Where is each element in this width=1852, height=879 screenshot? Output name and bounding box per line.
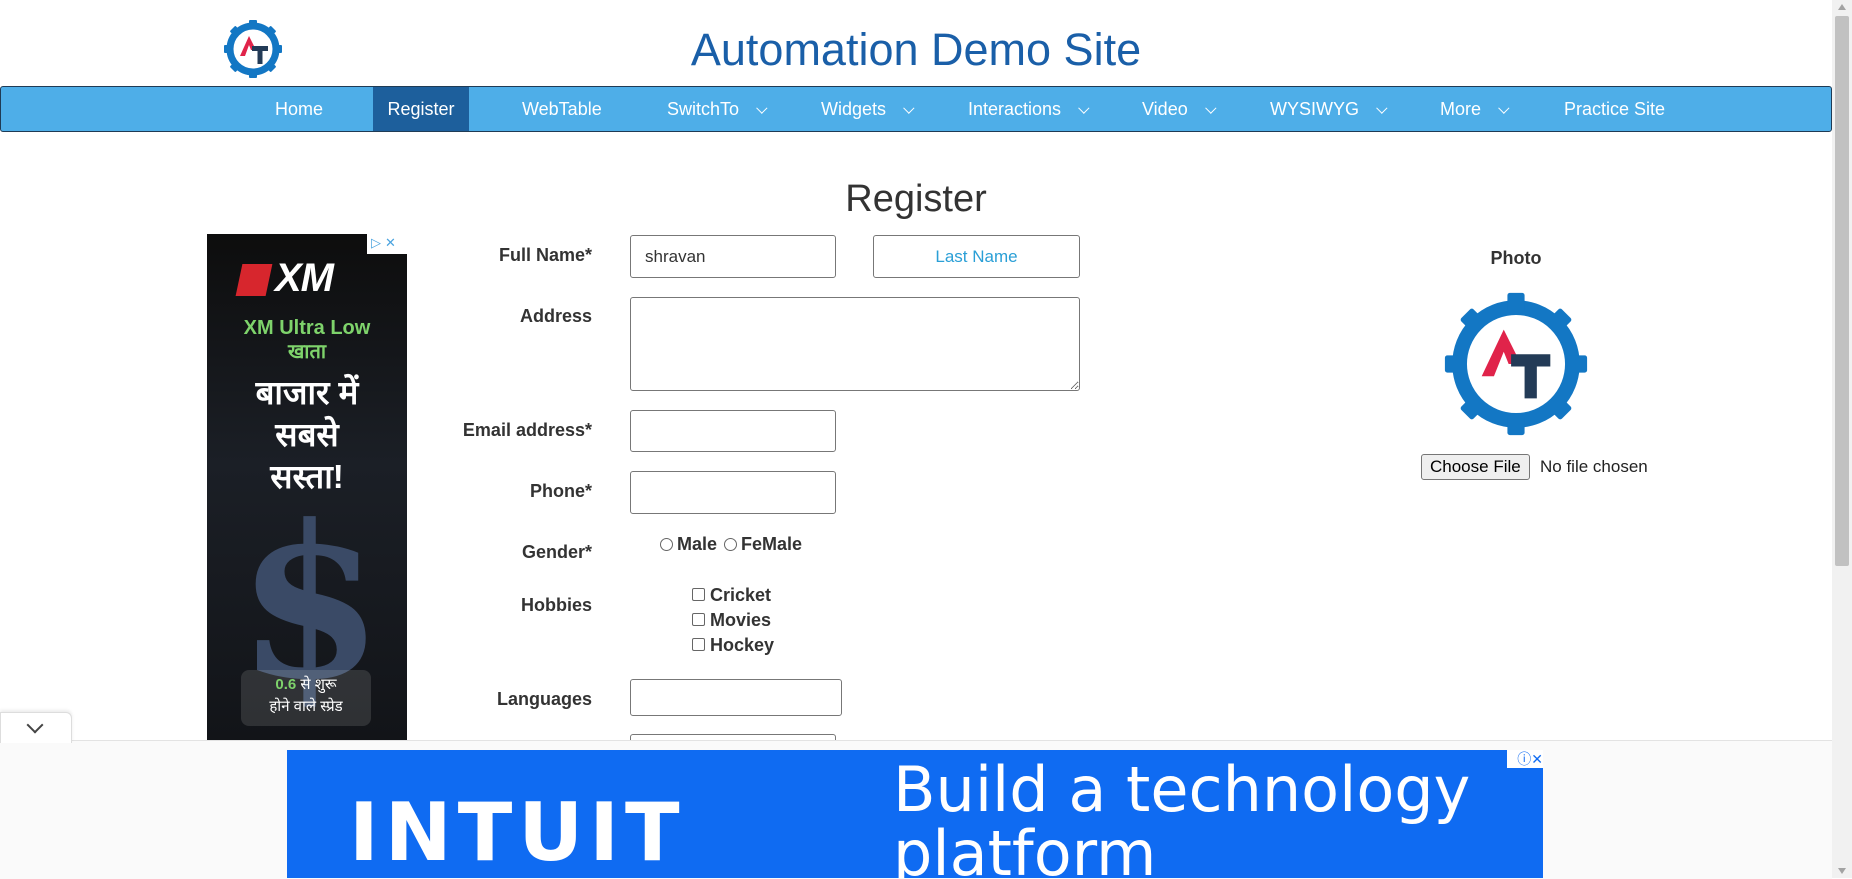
scroll-up-arrow-icon[interactable] [1838, 4, 1846, 10]
hobby-movies-label: Movies [710, 610, 772, 630]
choose-file-button[interactable]: Choose File [1421, 454, 1530, 480]
nav-widgets[interactable]: Widgets [821, 87, 915, 131]
ad-headline-line: सबसे [275, 416, 339, 453]
address-textarea[interactable] [630, 297, 1080, 391]
languages-multiselect[interactable] [630, 679, 842, 716]
hobby-hockey[interactable]: Hockey [692, 635, 774, 656]
photo-preview-image [1444, 292, 1588, 436]
side-advertisement[interactable]: ▷ ✕ XM XM Ultra Low खाता बाजार में सबसे सस… [207, 234, 407, 744]
chevron-down-icon [1204, 102, 1217, 114]
nav-video[interactable]: Video [1142, 87, 1217, 131]
nav-label: Video [1142, 99, 1188, 119]
chevron-down-icon [26, 716, 44, 734]
chevron-down-icon [1078, 102, 1090, 114]
spread-text: से शुरू [300, 676, 337, 693]
nav-label: WYSIWYG [1270, 99, 1359, 119]
nav-label: More [1440, 99, 1482, 119]
first-name-input[interactable] [630, 235, 836, 278]
gender-male-radio[interactable] [660, 537, 673, 551]
phone-label: Phone* [529, 481, 592, 501]
scroll-thumb[interactable] [1835, 16, 1849, 566]
email-label: Email address* [462, 420, 592, 440]
bottom-advertisement[interactable]: INTUIT Build a technology platform ⓘ✕ [287, 750, 1543, 878]
chevron-down-icon [756, 102, 768, 114]
nav-practice-site[interactable]: Practice Site [1564, 87, 1665, 131]
ad-info-close[interactable]: ⓘ✕ [1507, 750, 1543, 768]
chevron-down-icon [1376, 102, 1388, 114]
phone-input[interactable] [630, 471, 836, 514]
page-scrollbar[interactable] [1832, 0, 1852, 878]
xm-bull-icon [235, 264, 273, 297]
ad-subtitle: XM Ultra Low खाता [207, 316, 407, 364]
nav-label: SwitchTo [667, 99, 740, 119]
nav-interactions[interactable]: Interactions [968, 87, 1090, 131]
gender-label: Gender* [521, 542, 592, 562]
hobby-hockey-checkbox[interactable] [692, 638, 705, 652]
nav-label: WebTable [522, 99, 602, 119]
ad-message-line: platform [893, 817, 1157, 879]
page-title: Register [845, 178, 987, 220]
nav-webtable[interactable]: WebTable [522, 87, 602, 131]
chevron-down-icon [903, 102, 915, 114]
xm-brand: XM [275, 256, 334, 300]
site-title: Automation Demo Site [690, 24, 1142, 75]
gender-radio-group: Male FeMale [658, 534, 802, 555]
spread-text: होने वाले स्प्रेड [269, 698, 343, 715]
close-icon[interactable]: ✕ [1531, 751, 1543, 767]
ad-message: Build a technology platform [893, 753, 1471, 879]
hobby-cricket[interactable]: Cricket [692, 585, 771, 606]
hobby-cricket-checkbox[interactable] [692, 588, 705, 602]
nav-label: Practice Site [1564, 99, 1666, 119]
nav-more[interactable]: More [1440, 87, 1510, 131]
ad-message-line: Build a technology [893, 753, 1471, 826]
file-status-text: No file chosen [1540, 457, 1648, 476]
ad-headline-line: बाजार में [255, 374, 359, 411]
ad-spread-badge: 0.6 से शुरू होने वाले स्प्रेड [241, 670, 371, 726]
nav-wysiwyg[interactable]: WYSIWYG [1270, 87, 1388, 131]
collapse-ad-tab[interactable] [0, 712, 72, 743]
ad-subtitle-line: XM Ultra Low [243, 317, 371, 339]
scroll-down-arrow-icon[interactable] [1838, 868, 1846, 874]
hobby-hockey-label: Hockey [710, 635, 775, 655]
full-name-label: Full Name* [498, 245, 592, 265]
nav-label: Widgets [821, 99, 887, 119]
nav-switchto[interactable]: SwitchTo [667, 87, 768, 131]
xm-logo: XM [235, 256, 334, 301]
ad-subtitle-line: खाता [287, 341, 327, 363]
nav-label: Interactions [968, 99, 1062, 119]
gender-female-radio[interactable] [724, 537, 738, 551]
last-name-input[interactable] [873, 235, 1080, 278]
nav-label: Home [275, 99, 324, 119]
chevron-down-icon [1498, 102, 1510, 114]
info-icon[interactable]: ⓘ [1517, 751, 1531, 767]
ad-choices-icon[interactable]: ▷ [367, 235, 381, 250]
languages-label: Languages [496, 689, 592, 709]
nav-home[interactable]: Home [275, 87, 323, 131]
gender-female-label: FeMale [741, 534, 803, 554]
hobby-cricket-label: Cricket [710, 585, 772, 605]
nav-register[interactable]: Register [373, 87, 469, 131]
photo-label: Photo [1490, 248, 1542, 268]
address-label: Address [519, 306, 592, 326]
hobby-movies[interactable]: Movies [692, 610, 771, 631]
nav-label: Register [387, 99, 455, 119]
hobbies-label: Hobbies [520, 595, 592, 615]
main-navbar: Home Register WebTable SwitchTo Widgets … [0, 86, 1832, 132]
email-input[interactable] [630, 410, 836, 452]
hobby-movies-checkbox[interactable] [692, 613, 705, 627]
gender-male-label: Male [677, 534, 718, 554]
intuit-logo: INTUIT [349, 786, 686, 878]
spread-value: 0.6 [275, 676, 297, 693]
